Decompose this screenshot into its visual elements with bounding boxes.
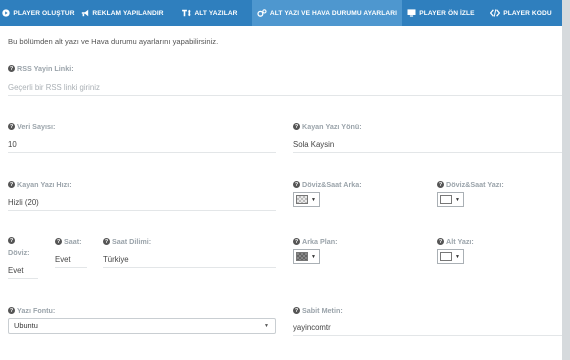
doviz-saat-arka-color-picker[interactable]: ▼	[293, 192, 320, 207]
label-text: Veri Sayısı:	[17, 122, 56, 131]
cogs-icon	[257, 9, 267, 17]
kayan-yazi-hizi-select[interactable]: Hizli (20)	[8, 195, 276, 211]
color-preview	[296, 252, 308, 261]
label-text: Kayan Yazı Hızı:	[17, 180, 72, 189]
tab-reklam-yapilandir[interactable]: REKLAM YAPILANDIR	[77, 0, 168, 26]
tab-label: REKLAM YAPILANDIR	[92, 9, 164, 17]
caret-down-icon: ▼	[311, 196, 316, 203]
question-circle-icon: ?	[8, 181, 15, 188]
question-circle-icon: ?	[8, 123, 15, 130]
doviz-select[interactable]: Evet	[8, 263, 38, 279]
play-circle-icon	[2, 9, 11, 17]
label-text: Kayan Yazı Yönü:	[302, 122, 362, 131]
label-text: Saat:	[64, 237, 82, 246]
question-circle-icon: ?	[437, 238, 444, 245]
doviz-saat-yazi-color-picker[interactable]: ▼	[437, 192, 464, 207]
yazi-fontu-select[interactable]: Ubuntu ▼	[8, 318, 276, 334]
rss-label: ? RSS Yayin Linki:	[8, 64, 74, 73]
doviz-label: Döviz:	[8, 248, 30, 257]
alt-yazi-label: ? Alt Yazı:	[437, 237, 474, 246]
tab-player-olustur[interactable]: PLAYER OLUŞTUR	[0, 0, 77, 26]
intro-text: Bu bölümden alt yazı ve Hava durumu ayar…	[8, 37, 219, 46]
bullhorn-icon	[81, 9, 89, 17]
saat-label: ? Saat:	[55, 237, 82, 246]
color-preview	[440, 195, 452, 204]
question-circle-icon: ?	[293, 123, 300, 130]
settings-card: PLAYER OLUŞTUR REKLAM YAPILANDIR ALT YAZ…	[0, 0, 562, 360]
label-text: Saat Dilimi:	[112, 237, 152, 246]
tab-alt-yazilar[interactable]: ALT YAZILAR	[168, 0, 252, 26]
color-preview	[296, 195, 308, 204]
caret-down-icon: ▼	[455, 253, 460, 260]
question-circle-icon: ?	[293, 238, 300, 245]
caret-down-icon: ▼	[455, 196, 460, 203]
saat-dilimi-select[interactable]: Türkiye	[103, 252, 276, 268]
tab-label: PLAYER OLUŞTUR	[13, 9, 75, 17]
label-text: Yazı Fontu:	[17, 306, 56, 315]
tab-label: ALT YAZILAR	[194, 9, 238, 17]
arka-plan-label: ? Arka Plan:	[293, 237, 338, 246]
label-text: Döviz&Saat Yazı:	[446, 180, 504, 189]
veri-sayisi-input[interactable]: 10	[8, 137, 276, 153]
label-text: Döviz&Saat Arka:	[302, 180, 362, 189]
doviz-saat-yazi-label: ? Döviz&Saat Yazı:	[437, 180, 504, 189]
veri-sayisi-label: ? Veri Sayısı:	[8, 122, 55, 131]
tab-label: ALT YAZI VE HAVA DURUMU AYARLARI	[269, 9, 398, 17]
question-circle-icon: ?	[103, 238, 110, 245]
doviz-help: ?	[8, 237, 17, 244]
sabit-metin-label: ? Sabit Metin:	[293, 306, 343, 315]
text-height-icon	[182, 9, 192, 17]
saat-dilimi-label: ? Saat Dilimi:	[103, 237, 151, 246]
code-icon	[490, 9, 501, 17]
question-circle-icon: ?	[293, 307, 300, 314]
tab-alt-yazi-ve-hava-durumu-ayarlari[interactable]: ALT YAZI VE HAVA DURUMU AYARLARI	[252, 0, 402, 26]
kayan-yazi-yonu-label: ? Kayan Yazı Yönü:	[293, 122, 362, 131]
caret-down-icon: ▼	[311, 253, 316, 260]
tab-label: PLAYER KODU	[503, 9, 552, 17]
yazi-fontu-label: ? Yazı Fontu:	[8, 306, 55, 315]
arka-plan-color-picker[interactable]: ▼	[293, 249, 320, 264]
question-circle-icon: ?	[55, 238, 62, 245]
label-text: Sabit Metin:	[302, 306, 343, 315]
rss-link-input[interactable]: Geçerli bir RSS linki giriniz	[8, 80, 562, 96]
question-circle-icon: ?	[8, 237, 15, 244]
label-text: Alt Yazı:	[446, 237, 474, 246]
question-circle-icon: ?	[8, 65, 15, 72]
label-text: Arka Plan:	[302, 237, 338, 246]
alt-yazi-color-picker[interactable]: ▼	[437, 249, 464, 264]
question-circle-icon: ?	[293, 181, 300, 188]
question-circle-icon: ?	[8, 307, 15, 314]
caret-down-icon: ▼	[264, 323, 269, 329]
question-circle-icon: ?	[437, 181, 444, 188]
sabit-metin-input[interactable]: yayincomtr	[293, 320, 562, 336]
page: PLAYER OLUŞTUR REKLAM YAPILANDIR ALT YAZ…	[0, 0, 570, 360]
doviz-saat-arka-label: ? Döviz&Saat Arka:	[293, 180, 362, 189]
label-text: RSS Yayin Linki:	[17, 64, 74, 73]
tab-label: PLAYER ÖN İZLE	[419, 9, 475, 17]
saat-select[interactable]: Evet	[55, 252, 87, 268]
tab-bar: PLAYER OLUŞTUR REKLAM YAPILANDIR ALT YAZ…	[0, 0, 562, 26]
tab-player-on-izle[interactable]: PLAYER ÖN İZLE	[402, 0, 480, 26]
kayan-yazi-hizi-label: ? Kayan Yazı Hızı:	[8, 180, 72, 189]
kayan-yazi-yonu-select[interactable]: Sola Kaysin	[293, 137, 562, 153]
color-preview	[440, 252, 452, 261]
selected-value: Ubuntu	[14, 321, 38, 330]
monitor-icon	[407, 9, 416, 17]
tab-player-kodu[interactable]: PLAYER KODU	[480, 0, 562, 26]
page-gutter	[562, 0, 570, 360]
